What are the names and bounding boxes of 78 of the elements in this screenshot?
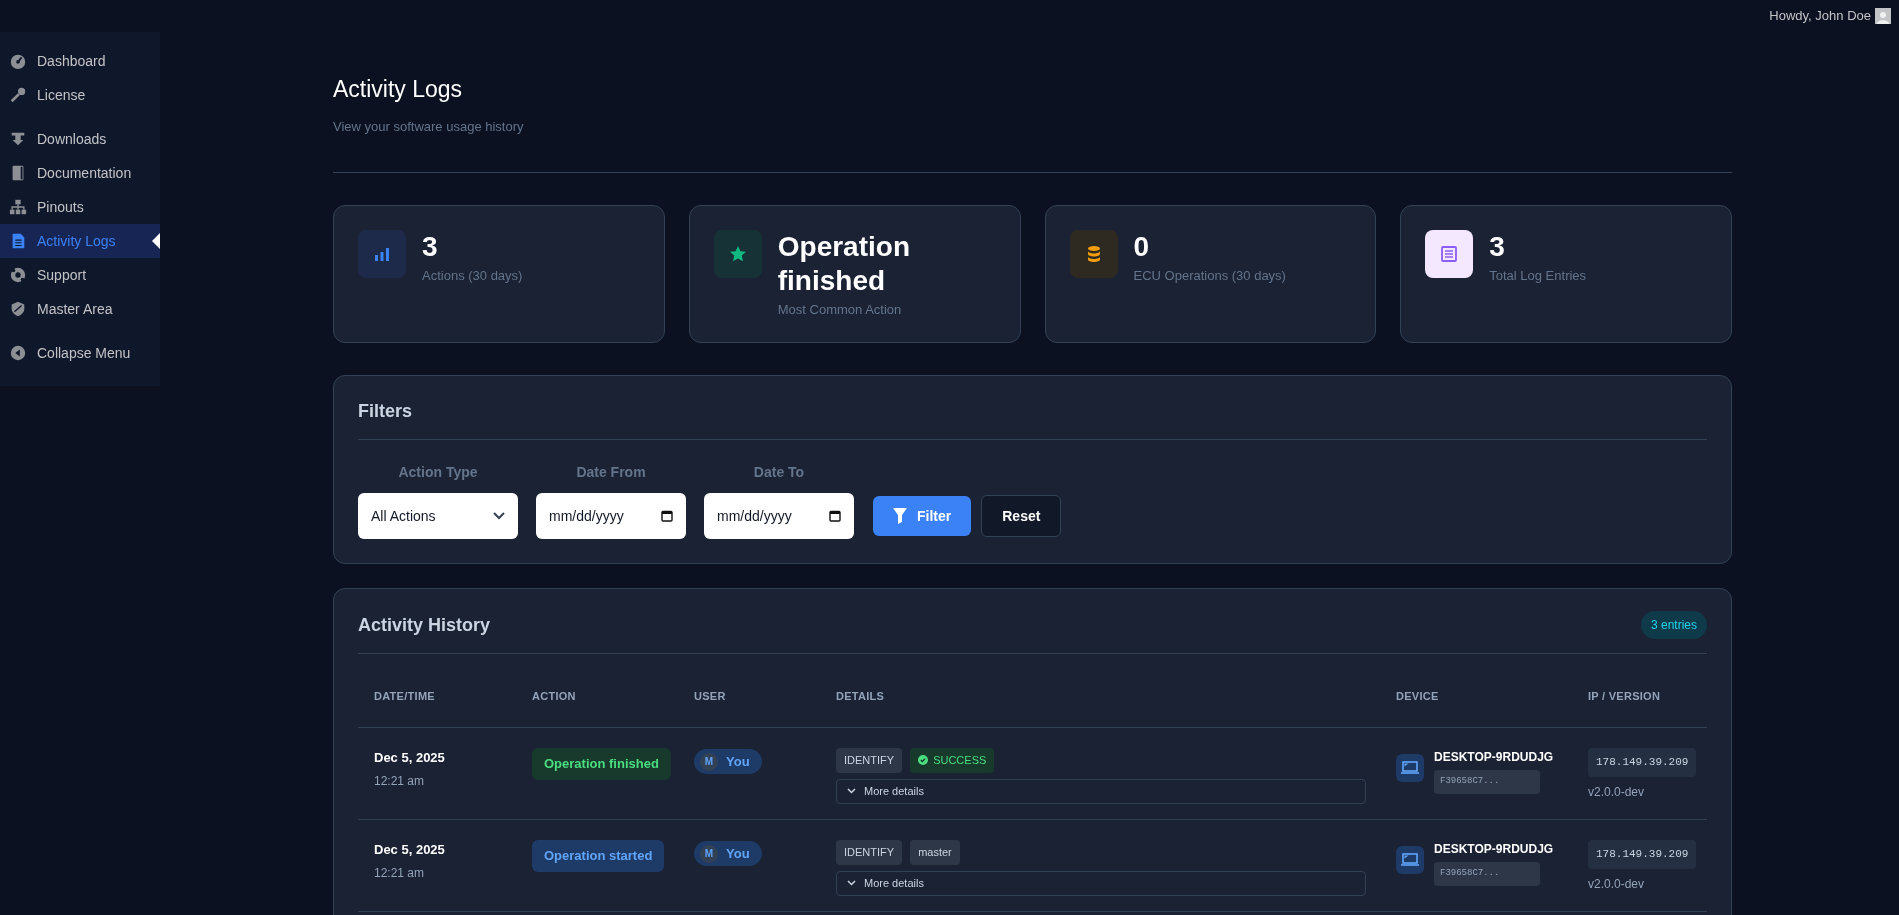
key-icon xyxy=(9,86,27,104)
sidebar-item[interactable]: Documentation xyxy=(0,156,160,190)
stat-value: 0 xyxy=(1133,230,1151,264)
chevron-down-icon xyxy=(847,880,856,886)
column-header: DATE/TIME xyxy=(374,689,436,705)
version-text: v2.0.0-dev xyxy=(1588,783,1645,801)
detail-tag: SUCCESS xyxy=(910,748,995,773)
sidebar-item[interactable]: Support xyxy=(0,258,160,292)
stat-label: Most Common Action xyxy=(777,301,903,319)
device-id: F39658C7... xyxy=(1434,862,1540,886)
page-title: Activity Logs xyxy=(333,75,464,104)
avatar-initial: M xyxy=(700,752,718,771)
column-header: ACTION xyxy=(532,689,577,705)
download-icon xyxy=(9,130,27,148)
date-to-field[interactable]: mm/dd/yyyy xyxy=(704,493,854,539)
filter-button[interactable]: Filter xyxy=(873,496,972,536)
field-label: Date To xyxy=(753,463,805,482)
stat-value: 3 xyxy=(422,230,439,264)
calendar-icon[interactable] xyxy=(661,510,673,522)
user-name: You xyxy=(726,752,750,771)
page-subtitle: View your software usage history xyxy=(333,117,525,136)
stat-value: 3 xyxy=(1489,230,1506,264)
user-name: You xyxy=(726,844,750,863)
entries-count-badge: 3 entries xyxy=(1640,611,1707,639)
column-header: USER xyxy=(694,689,727,705)
funnel-icon xyxy=(893,508,907,524)
detail-tag: IDENTIFY xyxy=(836,748,903,773)
gauge-icon xyxy=(9,52,27,70)
device-name: DESKTOP-9RDUDJG xyxy=(1434,841,1554,858)
chevron-down-icon xyxy=(493,512,505,520)
field-label: Date From xyxy=(576,463,646,482)
column-header: DEVICE xyxy=(1396,689,1440,705)
current-page-pointer xyxy=(152,233,160,249)
shield-icon xyxy=(9,300,27,318)
stat-label: Total Log Entries xyxy=(1489,267,1588,285)
action-badge: Operation finished xyxy=(532,748,671,780)
date-text: Dec 5, 2025 xyxy=(374,841,446,859)
column-header: IP / VERSION xyxy=(1588,689,1662,705)
check-circle-icon xyxy=(918,755,929,766)
action-badge: Operation started xyxy=(532,840,665,872)
sidebar-item[interactable]: Activity Logs xyxy=(0,224,160,258)
laptop-icon xyxy=(1396,754,1424,782)
chevron-down-icon xyxy=(847,788,856,794)
sidebar-item[interactable]: Downloads xyxy=(0,122,160,156)
panel-title: Filters xyxy=(358,400,414,423)
column-header: DETAILS xyxy=(836,689,886,705)
version-text: v2.0.0-dev xyxy=(1588,875,1645,893)
stat-label: ECU Operations (30 days) xyxy=(1133,267,1287,285)
sidebar-item[interactable]: Master Area xyxy=(0,292,160,326)
laptop-icon xyxy=(1396,846,1424,874)
lifebuoy-icon xyxy=(9,266,27,284)
avatar-initial: M xyxy=(700,844,718,863)
collapse-icon xyxy=(9,344,27,362)
date-from-field[interactable]: mm/dd/yyyy xyxy=(536,493,686,539)
sitemap-icon xyxy=(9,198,27,216)
time-text: 12:21 am xyxy=(374,772,426,790)
reset-button[interactable]: Reset xyxy=(981,495,1062,537)
stat-value: Operation finished xyxy=(777,230,911,298)
ip-address: 178.149.39.209 xyxy=(1588,840,1697,869)
more-details-toggle[interactable]: More details xyxy=(836,778,1366,804)
action-type-select[interactable]: All Actions xyxy=(358,493,518,539)
detail-tag: master xyxy=(910,840,960,865)
greeting-text[interactable]: Howdy, John Doe xyxy=(1769,6,1871,26)
sidebar-item[interactable]: Dashboard xyxy=(0,44,160,78)
device-id: F39658C7... xyxy=(1434,770,1540,794)
field-label: Action Type xyxy=(398,463,478,482)
sidebar-item[interactable]: Pinouts xyxy=(0,190,160,224)
panel-title: Activity History xyxy=(358,613,491,637)
date-text: Dec 5, 2025 xyxy=(374,749,446,767)
sidebar-item[interactable]: Collapse Menu xyxy=(0,336,160,370)
detail-tag: IDENTIFY xyxy=(836,840,903,865)
more-details-toggle[interactable]: More details xyxy=(836,870,1366,896)
device-name: DESKTOP-9RDUDJG xyxy=(1434,749,1554,766)
calendar-icon[interactable] xyxy=(829,510,841,522)
ip-address: 178.149.39.209 xyxy=(1588,748,1697,777)
time-text: 12:21 am xyxy=(374,864,426,882)
stat-label: Actions (30 days) xyxy=(422,267,524,285)
sidebar-item[interactable]: License xyxy=(0,78,160,112)
